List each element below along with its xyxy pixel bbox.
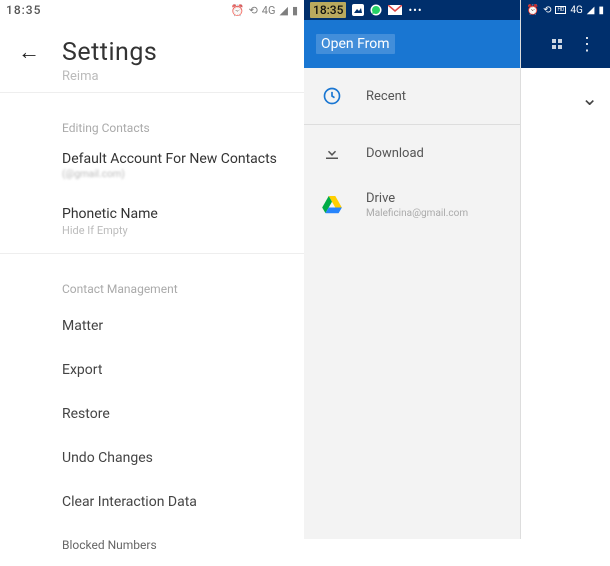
export-item[interactable]: Export — [0, 348, 304, 392]
signal-icon: ◢ — [279, 4, 287, 17]
underlying-app: ⏰ ⟲ HD 4G ◢ ▮ ⋮ ▾ ⌄ — [521, 0, 610, 539]
more-notif-icon: ••• — [408, 4, 422, 17]
recent-item[interactable]: Recent — [304, 68, 520, 124]
default-account-title: Default Account For New Contacts — [62, 151, 290, 167]
gmail-icon — [388, 5, 402, 15]
drive-item[interactable]: Drive Maleficina@gmail.com — [304, 181, 520, 237]
sync-icon: ⟲ — [249, 4, 258, 17]
open-from-title: Open From — [316, 34, 395, 54]
chevron-down-icon[interactable]: ⌄ — [581, 86, 598, 110]
app-toolbar: ⋮ — [521, 20, 610, 68]
status-bar-right: 18:35 ••• — [304, 0, 520, 20]
restore-item[interactable]: Restore — [0, 392, 304, 436]
matter-item[interactable]: Matter — [0, 304, 304, 348]
section-contact-management: Contact Management — [0, 262, 304, 304]
file-picker-screen: 18:35 ••• Open From Recent — [304, 0, 610, 539]
settings-screen: 18:35 ⏰ ⟲ 4G ◢ ▮ ← Settings Reima Editin… — [0, 0, 304, 539]
status-time: 18:35 — [310, 2, 346, 18]
battery-icon: ▮ — [598, 5, 604, 16]
recent-icon — [322, 86, 342, 106]
alarm-icon: ⏰ — [231, 4, 245, 17]
status-bar-right-2: ⏰ ⟲ HD 4G ◢ ▮ — [521, 0, 610, 20]
open-from-header: Open From — [304, 20, 520, 68]
app-content: ▾ ⌄ — [521, 68, 610, 559]
status-time: 18:35 — [6, 3, 41, 17]
phonetic-sub: Hide If Empty — [62, 224, 290, 237]
sync-icon: ⟲ — [543, 5, 551, 16]
phonetic-title: Phonetic Name — [62, 206, 290, 222]
download-item[interactable]: Download — [304, 125, 520, 181]
drive-icon — [322, 195, 342, 215]
back-button[interactable]: ← — [18, 42, 40, 64]
signal-icon: ◢ — [587, 5, 595, 16]
page-title: Settings — [62, 38, 157, 67]
photos-icon — [352, 4, 364, 16]
phonetic-name-item[interactable]: Phonetic Name Hide If Empty — [0, 198, 304, 245]
drive-account: Maleficina@gmail.com — [366, 208, 468, 219]
faded-item[interactable]: Reima — [0, 69, 304, 84]
status-bar-left: 18:35 ⏰ ⟲ 4G ◢ ▮ — [0, 0, 304, 20]
volte-icon: HD — [555, 6, 566, 14]
overflow-menu-icon[interactable]: ⋮ — [578, 34, 596, 55]
drive-label: Drive — [366, 191, 468, 206]
alarm-icon: ⏰ — [527, 5, 539, 16]
recent-label: Recent — [366, 89, 406, 104]
network-label: 4G — [262, 4, 276, 17]
download-label: Download — [366, 146, 424, 161]
settings-header: ← Settings — [0, 20, 304, 71]
undo-changes-item[interactable]: Undo Changes — [0, 436, 304, 480]
open-from-drawer: 18:35 ••• Open From Recent — [304, 0, 521, 539]
download-icon — [322, 143, 342, 163]
battery-icon: ▮ — [292, 4, 298, 17]
network-label: 4G — [570, 5, 582, 16]
default-account-item[interactable]: Default Account For New Contacts (@gmail… — [0, 143, 304, 188]
whatsapp-icon — [370, 4, 382, 16]
section-editing-contacts: Editing Contacts — [0, 101, 304, 143]
grid-view-icon[interactable] — [552, 39, 562, 49]
status-icons: ⏰ ⟲ 4G ◢ ▮ — [231, 4, 298, 17]
default-account-sub: (@gmail.com) — [62, 169, 290, 180]
blocked-numbers-item[interactable]: Blocked Numbers — [0, 524, 304, 566]
clear-interaction-item[interactable]: Clear Interaction Data — [0, 480, 304, 524]
